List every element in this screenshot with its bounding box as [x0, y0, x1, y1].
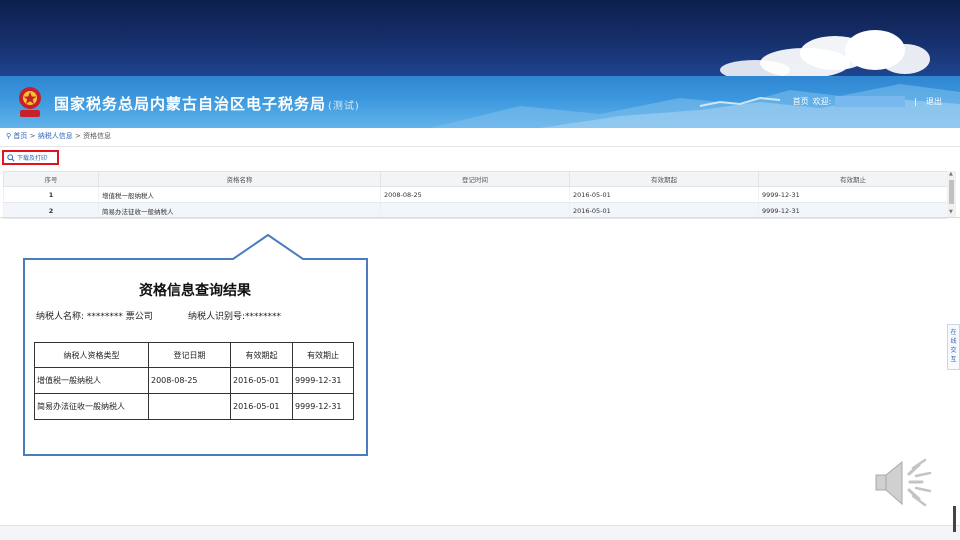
screen: 国家税务总局内蒙古自治区电子税务局 (测试) 首页 欢迎: | 退出 ⚲ 首页 >… — [0, 0, 960, 540]
side-tab-char: 线 — [950, 338, 957, 345]
result-table: 纳税人资格类型 登记日期 有效期起 有效期止 增值税一般纳税人 2008-08-… — [34, 342, 354, 420]
table-scrollbar[interactable]: ▲ ▼ — [947, 171, 956, 217]
result-cell: 简易办法征收一般纳税人 — [34, 393, 149, 420]
result-cell: 9999-12-31 — [292, 393, 354, 420]
username-redacted — [835, 96, 906, 107]
result-column-header: 有效期起 — [230, 342, 293, 368]
column-header[interactable]: 有效期止 — [758, 171, 948, 187]
valid-to-cell: 9999-12-31 — [758, 186, 948, 203]
register-date-cell: 2008-08-25 — [380, 186, 570, 203]
side-tab-char: 交 — [950, 347, 957, 354]
result-header-row: 纳税人资格类型 登记日期 有效期起 有效期止 — [34, 342, 354, 368]
logout-link[interactable]: 退出 — [926, 96, 942, 107]
taxpayer-name-line: 纳税人名称: ******** 票公司 — [36, 309, 153, 322]
result-title: 资格信息查询结果 — [139, 283, 251, 299]
result-cell — [148, 393, 231, 420]
result-row: 简易办法征收一般纳税人 2016-05-01 9999-12-31 — [34, 393, 354, 420]
scroll-up-icon[interactable]: ▲ — [949, 171, 953, 177]
result-cell: 9999-12-31 — [292, 367, 354, 394]
result-column-header: 登记日期 — [148, 342, 231, 368]
speaker-icon[interactable] — [870, 452, 940, 514]
taxpayer-id-label: 纳税人识别号: — [188, 312, 246, 322]
bottom-bar — [0, 525, 960, 540]
result-cell: 2008-08-25 — [148, 367, 231, 394]
taxpayer-id-value: ******** — [245, 312, 282, 322]
valid-from-cell: 2016-05-01 — [569, 186, 759, 203]
result-row: 增值税一般纳税人 2008-08-25 2016-05-01 9999-12-3… — [34, 367, 354, 394]
online-interaction-tab[interactable]: 在 线 交 互 — [947, 324, 960, 370]
result-cell: 2016-05-01 — [230, 367, 293, 394]
side-tab-char: 在 — [950, 329, 957, 336]
separator: | — [914, 97, 917, 106]
result-cell: 增值税一般纳税人 — [34, 367, 149, 394]
home-link[interactable]: 首页 — [793, 96, 809, 107]
result-column-header: 纳税人资格类型 — [34, 342, 149, 368]
scrollbar-thumb[interactable] — [949, 180, 954, 204]
taxpayer-name-value: ******** 票公司 — [86, 312, 153, 322]
scroll-down-icon[interactable]: ▼ — [949, 209, 953, 215]
side-tab-char: 互 — [950, 356, 957, 363]
column-header[interactable]: 有效期起 — [569, 171, 759, 187]
column-header[interactable]: 登记时间 — [380, 171, 570, 187]
taxpayer-name-label: 纳税人名称: — [36, 312, 85, 322]
user-area: 首页 欢迎: | 退出 — [793, 96, 942, 107]
welcome-label: 欢迎: — [812, 97, 832, 106]
result-column-header: 有效期止 — [292, 342, 354, 368]
result-cell: 2016-05-01 — [230, 393, 293, 420]
page-scroll-indicator[interactable] — [953, 506, 956, 532]
taxpayer-id-line: 纳税人识别号:******** — [188, 309, 281, 322]
